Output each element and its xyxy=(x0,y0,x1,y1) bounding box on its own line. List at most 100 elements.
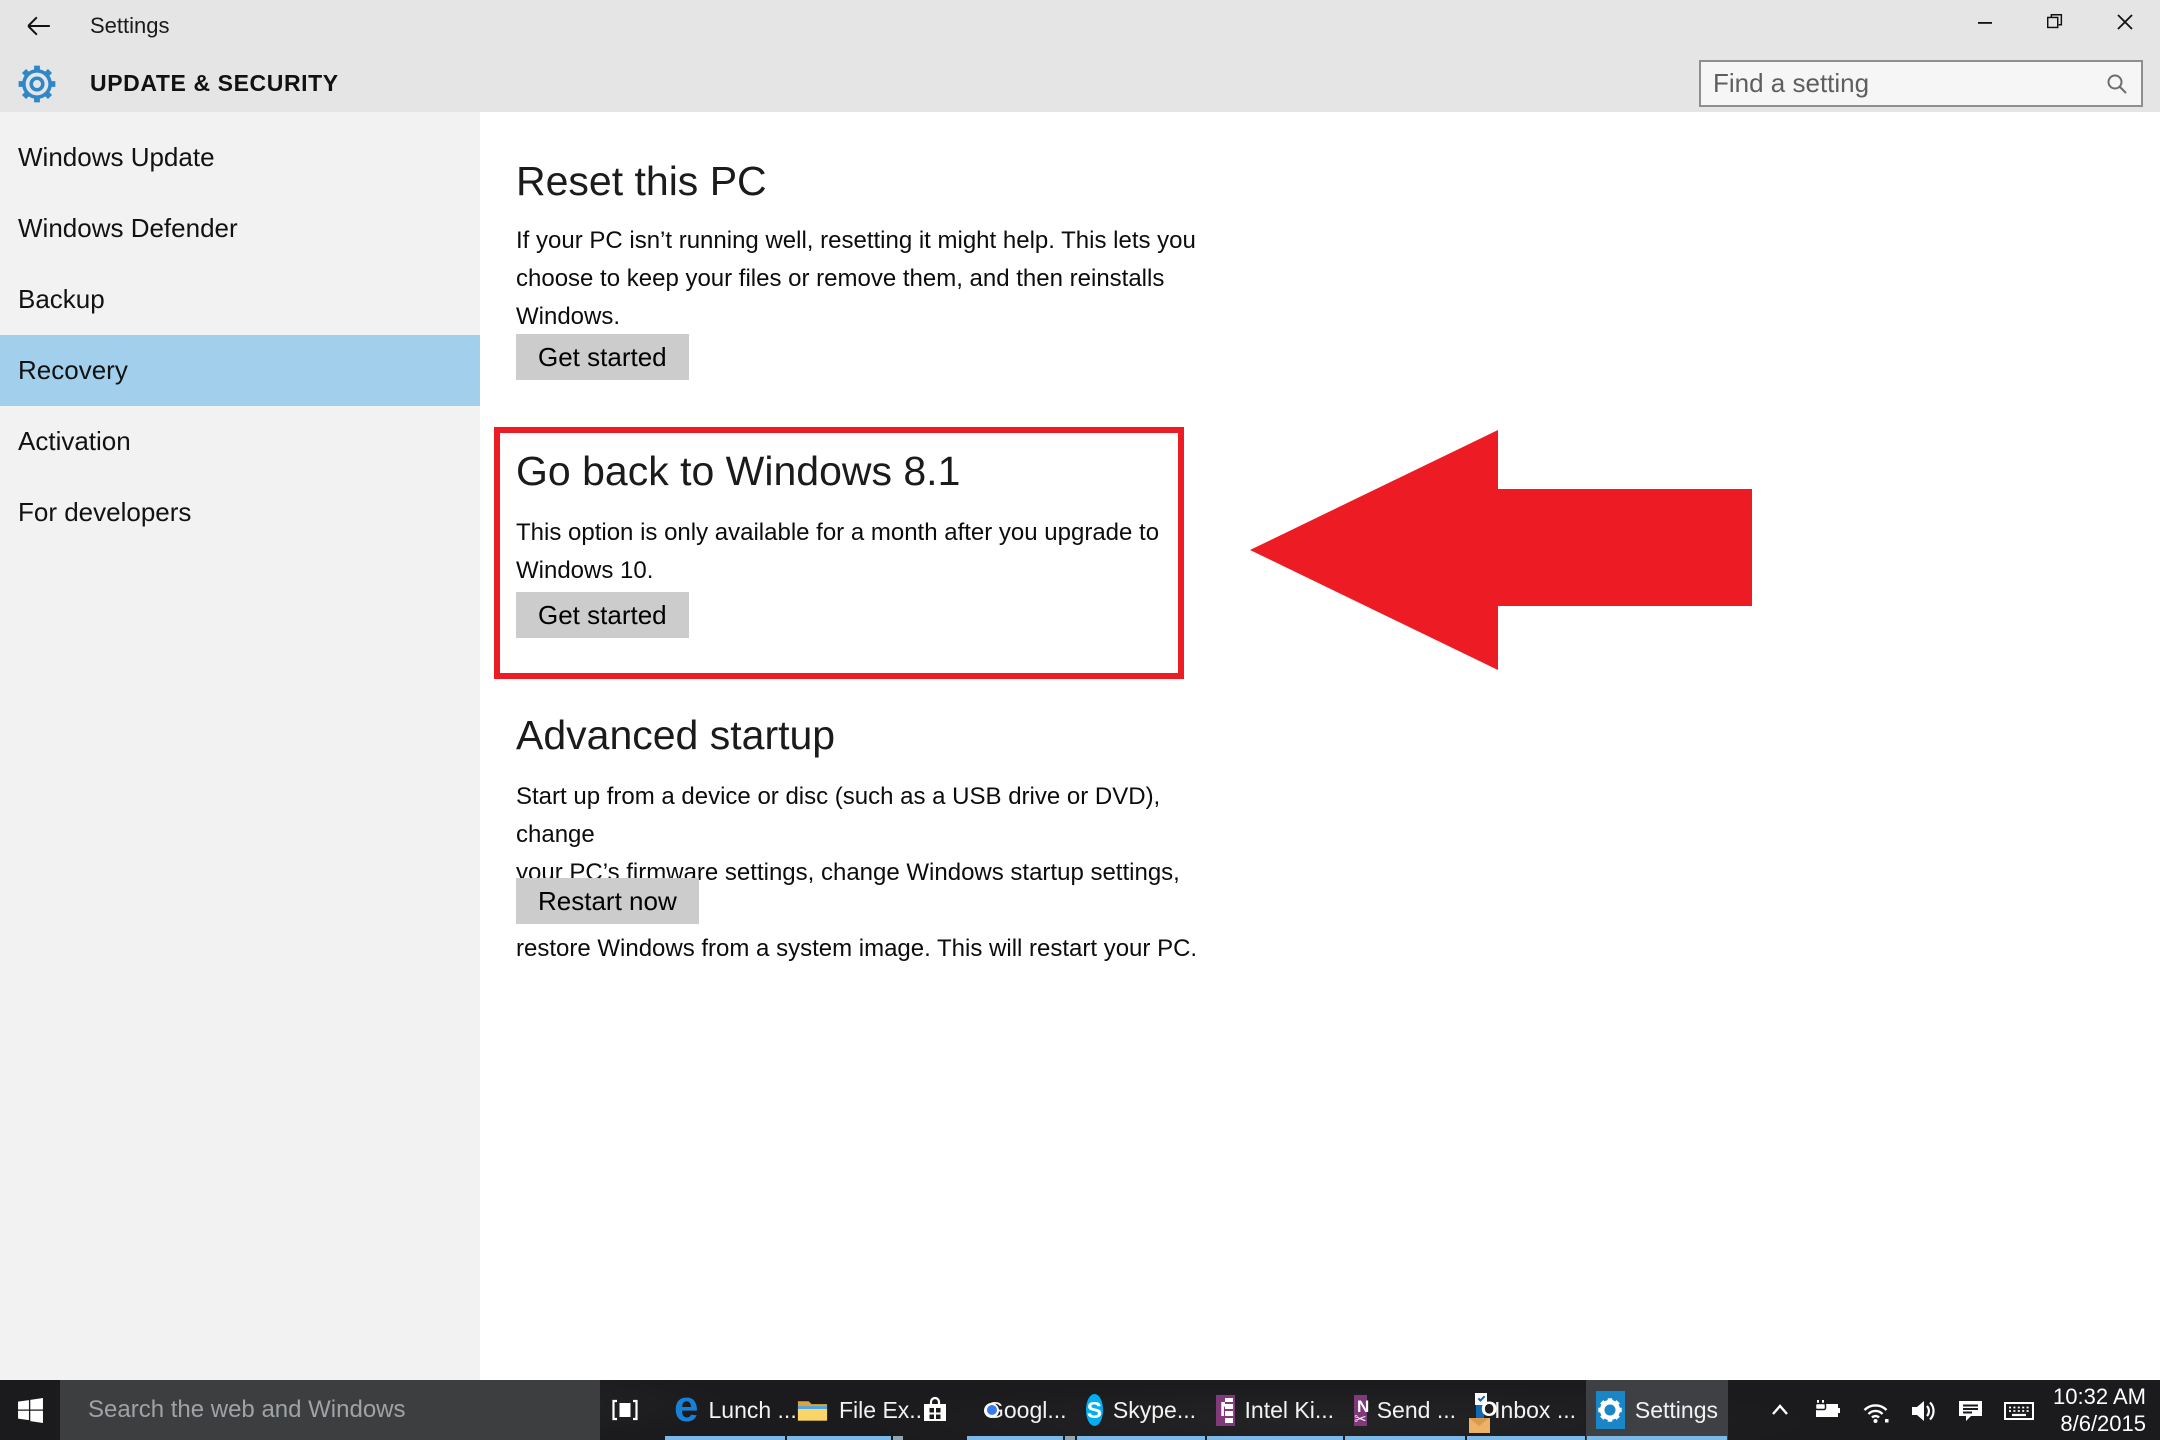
window-caption-controls xyxy=(1950,0,2160,44)
taskbar-clock[interactable]: 10:32 AM 8/6/2015 xyxy=(2053,1383,2146,1437)
running-indicator xyxy=(1587,1436,1727,1440)
clock-date: 8/6/2015 xyxy=(2060,1411,2146,1436)
network-status-button[interactable] xyxy=(1860,1396,1891,1425)
tray-expand-button[interactable] xyxy=(1766,1397,1794,1423)
chevron-up-icon xyxy=(1772,1404,1788,1415)
taskbar-app-send-to-onenote[interactable]: N ✂ Send ... xyxy=(1344,1380,1466,1440)
minimize-button[interactable] xyxy=(1950,0,2020,44)
clock-time: 10:32 AM xyxy=(2053,1384,2146,1409)
start-button[interactable] xyxy=(0,1380,60,1440)
sidebar-item-label: Windows Update xyxy=(18,142,215,172)
edge-icon: e xyxy=(674,1382,699,1431)
sidebar-item-label: Windows Defender xyxy=(18,213,238,243)
search-icon xyxy=(2107,74,2127,94)
taskbar-searchbox[interactable] xyxy=(60,1380,600,1440)
find-setting-input[interactable] xyxy=(1713,68,2105,99)
taskbar-app-store[interactable] xyxy=(904,1380,966,1440)
taskbar-search-input[interactable] xyxy=(88,1396,600,1424)
sidebar-item-windows-update[interactable]: Windows Update xyxy=(0,122,480,193)
section-title-advanced-startup: Advanced startup xyxy=(516,712,836,758)
settings-app-icon xyxy=(1596,1391,1625,1429)
minimize-icon xyxy=(1978,22,1992,24)
taskbar-app-settings[interactable]: Settings xyxy=(1586,1380,1728,1440)
sidebar-item-activation[interactable]: Activation xyxy=(0,406,480,477)
taskbar-app-label: Inbox ... xyxy=(1494,1396,1576,1423)
keyboard-icon xyxy=(2004,1402,2035,1420)
taskbar-app-onenote[interactable]: N Intel Ki... xyxy=(1206,1380,1344,1440)
taskbar-apps: e Lunch ... File Ex... Googl... S Skype.… xyxy=(664,1380,1728,1440)
running-indicator xyxy=(665,1436,785,1440)
taskbar-app-chrome[interactable]: Googl... xyxy=(966,1380,1076,1440)
scissors-icon: ✂ xyxy=(1354,1410,1367,1428)
restart-now-button[interactable]: Restart now xyxy=(516,878,699,924)
sidebar-item-windows-defender[interactable]: Windows Defender xyxy=(0,193,480,264)
taskbar: e Lunch ... File Ex... xyxy=(0,1380,2160,1440)
go-back-get-started-button[interactable]: Get started xyxy=(516,592,689,638)
restore-icon xyxy=(2046,14,2063,29)
running-indicator xyxy=(1345,1436,1465,1440)
window-title: Settings xyxy=(90,13,170,38)
battery-status-button[interactable] xyxy=(1811,1395,1843,1425)
taskbar-app-label: Lunch ... xyxy=(708,1396,797,1423)
back-arrow-icon xyxy=(27,16,50,36)
taskbar-app-label: Intel Ki... xyxy=(1244,1396,1334,1423)
task-view-button[interactable] xyxy=(600,1380,650,1440)
running-indicator xyxy=(1077,1436,1205,1440)
reset-get-started-button[interactable]: Get started xyxy=(516,334,689,380)
section-body-reset-this-pc: If your PC isn’t running well, resetting… xyxy=(516,227,1196,330)
section-title-go-back: Go back to Windows 8.1 xyxy=(516,448,961,494)
sidebar-item-label: Activation xyxy=(18,426,131,456)
outlook-icon: O xyxy=(1469,1392,1497,1433)
find-setting-searchbox[interactable] xyxy=(1699,60,2143,107)
section-title-reset-this-pc: Reset this PC xyxy=(516,158,767,204)
speaker-icon xyxy=(1912,1401,1935,1421)
envelope-icon xyxy=(1469,1417,1491,1433)
settings-sidebar: Windows Update Windows Defender Backup R… xyxy=(0,112,480,1380)
taskbar-app-edge[interactable]: e Lunch ... xyxy=(664,1380,797,1440)
running-indicator xyxy=(1207,1436,1343,1440)
recovery-content-pane: Reset this PC If your PC isn’t running w… xyxy=(480,112,2160,1380)
settings-gear-icon xyxy=(16,63,58,110)
sidebar-item-label: Backup xyxy=(18,284,105,314)
annotation-arrow-left-icon xyxy=(1250,430,1752,670)
taskbar-app-label: Send ... xyxy=(1376,1396,1456,1423)
action-center-icon xyxy=(1959,1401,1983,1421)
running-indicator xyxy=(1467,1436,1585,1440)
taskbar-app-file-explorer[interactable]: File Ex... xyxy=(786,1380,928,1440)
volume-button[interactable] xyxy=(1908,1395,1938,1425)
onenote-list-strip xyxy=(1224,1397,1233,1423)
action-center-button[interactable] xyxy=(1955,1395,1985,1425)
onenote-icon: N xyxy=(1216,1394,1235,1426)
file-explorer-icon xyxy=(796,1396,829,1424)
store-icon xyxy=(919,1394,951,1426)
back-button[interactable] xyxy=(24,13,54,39)
skype-icon: S xyxy=(1086,1394,1103,1426)
close-button[interactable] xyxy=(2090,0,2160,44)
task-view-icon xyxy=(612,1399,638,1421)
sidebar-item-recovery[interactable]: Recovery xyxy=(0,335,480,406)
taskbar-app-skype[interactable]: S Skype... xyxy=(1076,1380,1206,1440)
wifi-icon xyxy=(1863,1403,1889,1423)
sidebar-item-backup[interactable]: Backup xyxy=(0,264,480,335)
multiple-windows-indicator xyxy=(893,1436,903,1440)
windows-logo-icon xyxy=(17,1397,43,1423)
system-tray: 10:32 AM 8/6/2015 xyxy=(1766,1380,2160,1440)
restore-button[interactable] xyxy=(2020,0,2090,44)
running-indicator xyxy=(787,1436,891,1440)
close-icon xyxy=(2117,14,2133,30)
send-to-onenote-icon: N ✂ xyxy=(1354,1394,1369,1428)
running-indicator xyxy=(967,1436,1063,1440)
taskbar-app-outlook[interactable]: O Inbox ... xyxy=(1466,1380,1586,1440)
section-body-go-back: This option is only available for a mont… xyxy=(516,519,1160,584)
touch-keyboard-button[interactable] xyxy=(2002,1395,2036,1425)
settings-app-screen: Settings UPDATE & SECURITY Find a settin… xyxy=(0,0,2160,1440)
section-body-advanced-startup: Start up from a device or disc (such as … xyxy=(516,783,1198,962)
sidebar-item-label: Recovery xyxy=(18,355,128,385)
battery-charging-icon xyxy=(1814,1400,1841,1417)
sidebar-item-for-developers[interactable]: For developers xyxy=(0,477,480,548)
taskbar-app-label: Settings xyxy=(1634,1396,1718,1423)
app-header: Settings UPDATE & SECURITY Find a settin… xyxy=(0,0,2160,112)
page-title: UPDATE & SECURITY xyxy=(90,70,339,96)
taskbar-app-label: Skype... xyxy=(1112,1396,1196,1423)
